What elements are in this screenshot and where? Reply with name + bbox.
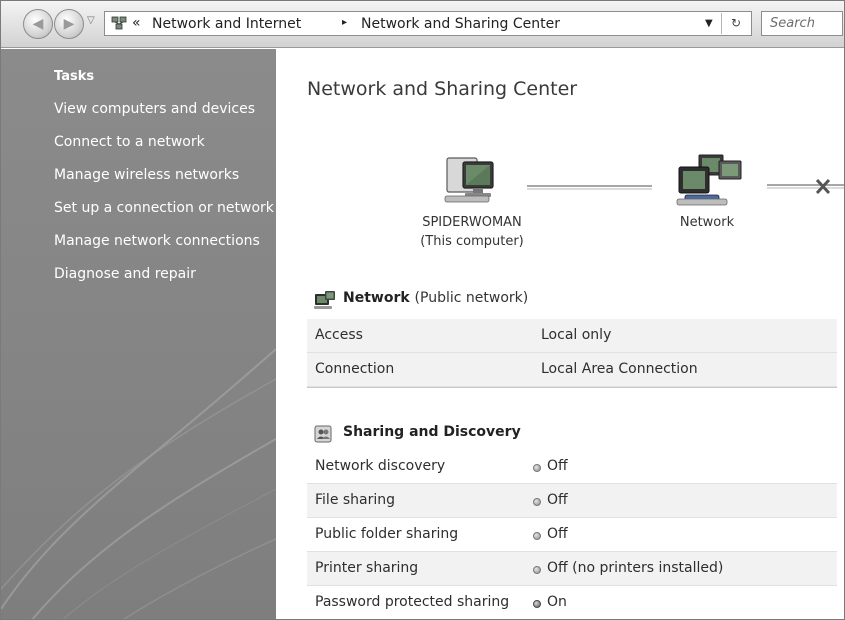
network-type: (Public network) [414, 290, 529, 306]
sharing-discovery-icon [314, 425, 332, 443]
row-status: Off [547, 458, 568, 474]
row-status: On [547, 594, 567, 610]
sharing-section-header: Sharing and Discovery [307, 421, 844, 447]
sharing-section-title: Sharing and Discovery [343, 424, 521, 440]
network-section-header: Network (Public network) [307, 287, 844, 313]
search-placeholder: Search [770, 16, 815, 31]
address-dropdown-icon[interactable]: ▼ [705, 18, 713, 29]
status-off-icon [533, 566, 541, 574]
broken-link-internet-icon[interactable] [767, 177, 844, 197]
task-set-up-connection[interactable]: Set up a connection or network [54, 200, 274, 216]
network-name: Network [343, 290, 410, 306]
task-view-computers-and-devices[interactable]: View computers and devices [54, 101, 255, 117]
row-label: Network discovery [315, 458, 446, 474]
tasks-heading: Tasks [54, 69, 95, 84]
breadcrumb-network-and-sharing-center[interactable]: Network and Sharing Center [361, 16, 560, 32]
window: ◀ ▶ ▽ « Network and Internet ▸ Network a… [0, 0, 845, 620]
row-label: Printer sharing [315, 560, 419, 576]
status-off-icon [533, 464, 541, 472]
sharing-row-public-folder-sharing[interactable]: Public folder sharing Off [307, 518, 837, 552]
computer-name-label: SPIDERWOMAN [422, 215, 522, 230]
page-title: Network and Sharing Center [307, 78, 578, 100]
row-status: Off (no printers installed) [547, 560, 724, 576]
network-icon[interactable] [675, 153, 743, 209]
row-value: Local only [541, 327, 612, 343]
breadcrumb-overflow-button[interactable]: « [132, 15, 141, 31]
task-diagnose-and-repair[interactable]: Diagnose and repair [54, 266, 196, 282]
row-status: Off [547, 526, 568, 542]
row-label: Connection [315, 361, 395, 377]
sharing-row-file-sharing[interactable]: File sharing Off [307, 484, 837, 518]
breadcrumb-network-and-internet[interactable]: Network and Internet [152, 16, 301, 32]
search-input[interactable]: Search [761, 11, 843, 36]
row-label: Public folder sharing [315, 526, 459, 542]
forward-button[interactable]: ▶ [54, 9, 84, 39]
network-label: Network [679, 215, 735, 230]
row-value: Local Area Connection [541, 361, 698, 377]
status-off-icon [533, 498, 541, 506]
status-off-icon [533, 532, 541, 540]
refresh-button[interactable]: ↻ [721, 13, 750, 34]
task-manage-wireless-networks[interactable]: Manage wireless networks [54, 167, 239, 183]
sharing-row-printer-sharing[interactable]: Printer sharing Off (no printers install… [307, 552, 837, 586]
recent-pages-dropdown[interactable]: ▽ [87, 15, 95, 26]
network-location-icon [111, 16, 127, 30]
main-content: Network and Sharing Center SPIDERWOMAN (… [277, 49, 844, 619]
row-status: Off [547, 492, 568, 508]
task-connect-to-a-network[interactable]: Connect to a network [54, 134, 205, 150]
row-label: File sharing [315, 492, 396, 508]
task-manage-network-connections[interactable]: Manage network connections [54, 233, 260, 249]
status-on-icon [533, 600, 541, 608]
row-label: Password protected sharing [315, 594, 510, 610]
this-computer-icon[interactable] [443, 154, 497, 206]
refresh-icon: ↻ [730, 16, 742, 30]
row-label: Access [315, 327, 363, 343]
sharing-row-network-discovery[interactable]: Network discovery Off [307, 450, 837, 484]
task-pane: Tasks View computers and devices Connect… [1, 49, 276, 619]
sharing-row-password-protected-sharing[interactable]: Password protected sharing On [307, 586, 837, 619]
forward-arrow-icon: ▶ [63, 16, 75, 32]
computer-sub-label: (This computer) [420, 234, 524, 249]
network-computer-icon [314, 291, 335, 309]
network-section-title: Network (Public network) [343, 290, 528, 306]
section-divider [307, 387, 837, 388]
breadcrumb-separator-icon[interactable]: ▸ [342, 17, 347, 28]
back-button[interactable]: ◀ [23, 9, 53, 39]
network-map: SPIDERWOMAN (This computer) Network [277, 149, 844, 259]
network-row-access: Access Local only [307, 319, 837, 353]
link-line-computer-network [527, 185, 652, 190]
address-toolbar: ◀ ▶ ▽ « Network and Internet ▸ Network a… [1, 1, 844, 48]
back-arrow-icon: ◀ [32, 16, 44, 32]
address-field[interactable]: « Network and Internet ▸ Network and Sha… [104, 11, 752, 36]
network-row-connection: Connection Local Area Connection [307, 353, 837, 387]
